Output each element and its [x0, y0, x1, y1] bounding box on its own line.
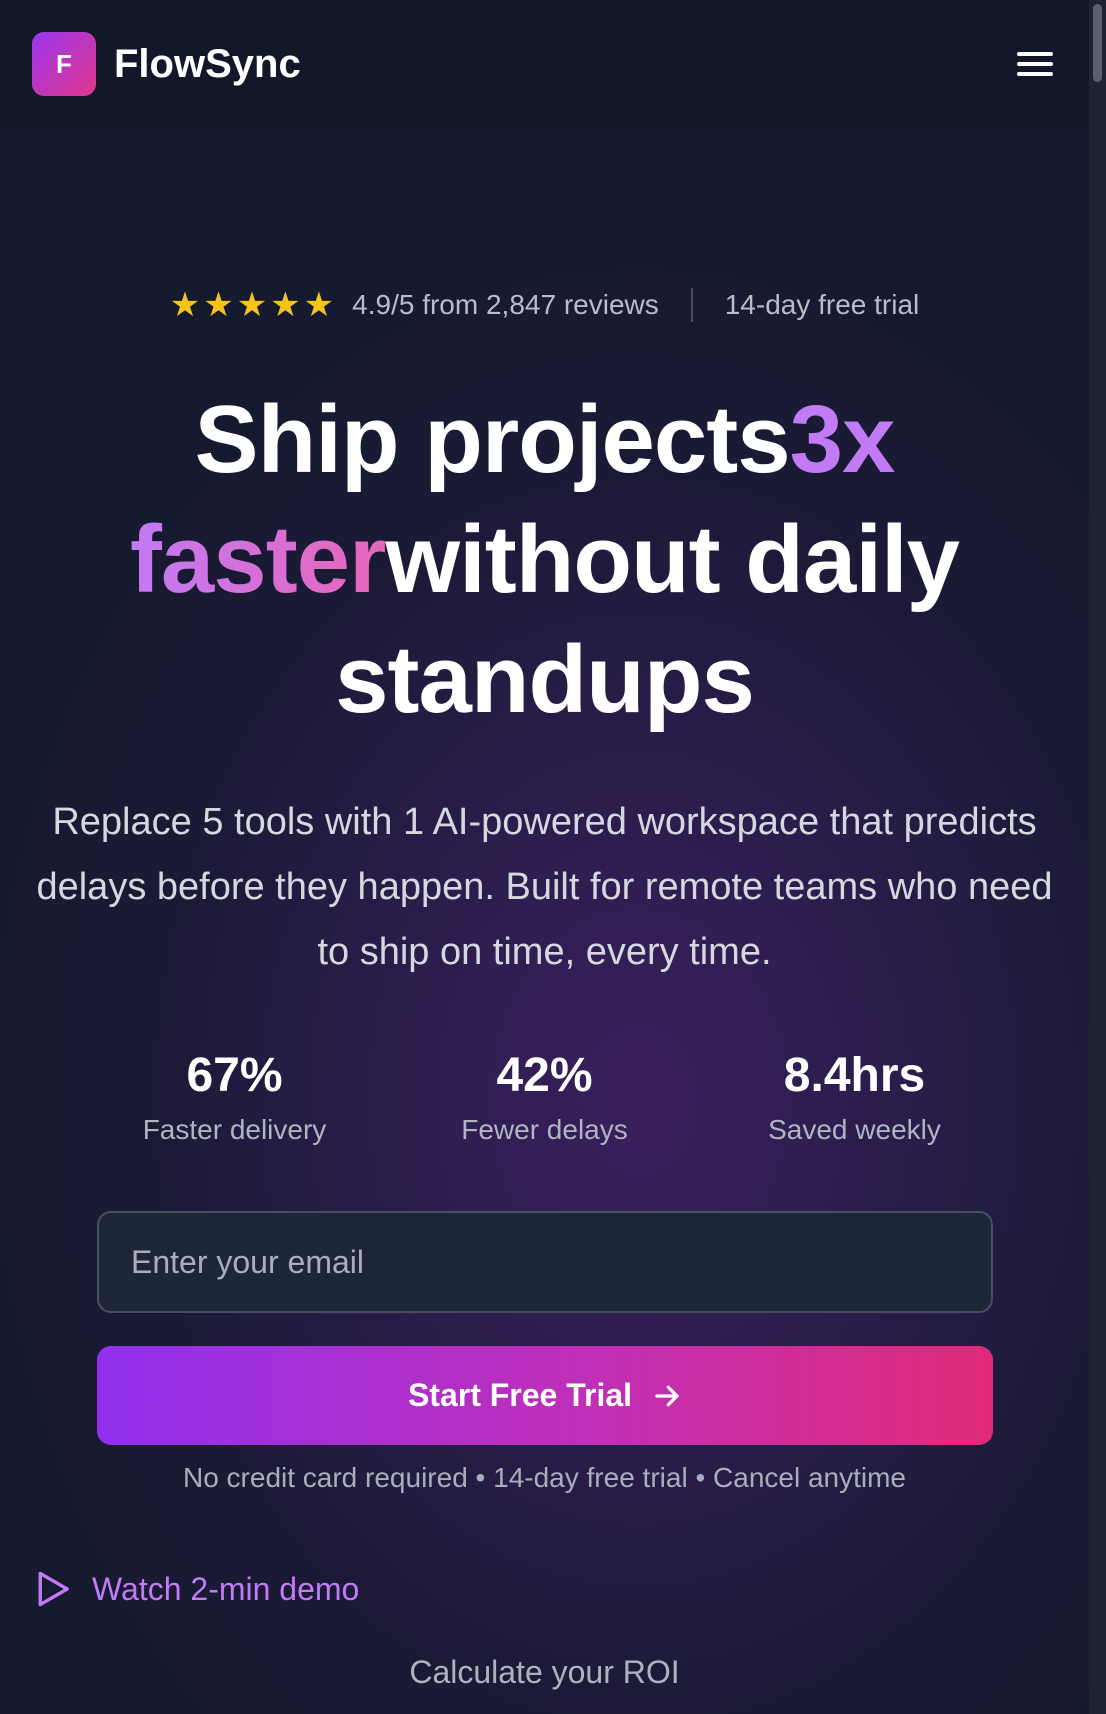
landing-page: F FlowSync ★ ★ ★ ★ ★ 4.9/5 from 2,847 re…	[0, 0, 1106, 1714]
star-icon: ★	[236, 286, 268, 324]
headline-line-3: standups	[0, 620, 1089, 740]
rating-text: 4.9/5 from 2,847 reviews	[352, 289, 659, 320]
menu-line	[1017, 52, 1053, 56]
stat-value: 67%	[186, 1049, 283, 1102]
calculate-roi-link[interactable]: Calculate your ROI	[0, 1654, 1089, 1691]
stat-label: Saved weekly	[768, 1114, 941, 1145]
rating-row: ★ ★ ★ ★ ★ 4.9/5 from 2,847 reviews 14-da…	[0, 288, 1089, 322]
stat-label: Faster delivery	[142, 1114, 327, 1145]
star-icon: ★	[203, 286, 234, 324]
stat-value: 42%	[496, 1049, 593, 1102]
trial-fineprint: No credit card required • 14-day free tr…	[182, 1462, 907, 1493]
email-input[interactable]	[97, 1211, 993, 1313]
brand-name[interactable]: FlowSync	[114, 42, 301, 87]
logo-mark[interactable]: F	[32, 32, 96, 96]
star-rating: ★ ★ ★ ★ ★	[170, 288, 334, 322]
trial-note: 14-day free trial	[724, 289, 920, 320]
stat-label: Fewer delays	[461, 1114, 628, 1145]
start-free-trial-button[interactable]: Start Free Trial	[97, 1346, 993, 1445]
headline-text: without daily	[385, 506, 960, 613]
stat-faster-delivery: 67% Faster delivery	[80, 1046, 390, 1150]
headline-text: Ship projects	[194, 386, 791, 493]
star-icon: ★	[270, 286, 301, 324]
scrollbar[interactable]	[1089, 0, 1106, 1714]
hero-headline: Ship projects3x fasterwithout daily stan…	[0, 380, 1089, 740]
stat-saved-weekly: 8.4hrs Saved weekly	[700, 1046, 1010, 1150]
hero-subtext: Replace 5 tools with 1 AI-powered worksp…	[36, 801, 1053, 973]
stat-value: 8.4hrs	[783, 1049, 926, 1102]
divider	[690, 288, 693, 322]
scrollbar-thumb[interactable]	[1093, 4, 1102, 82]
menu-line	[1017, 72, 1053, 76]
stats-row: 67% Faster delivery 42% Fewer delays 8.4…	[0, 1046, 1089, 1150]
star-icon: ★	[169, 286, 201, 324]
demo-label: Watch 2-min demo	[92, 1570, 360, 1607]
watch-demo-link[interactable]: Watch 2-min demo	[36, 1570, 359, 1608]
headline-line-2: fasterwithout daily	[0, 500, 1089, 620]
arrow-right-icon	[655, 1385, 679, 1406]
menu-line	[1017, 62, 1053, 66]
hamburger-menu-icon[interactable]	[1017, 48, 1057, 80]
stat-fewer-delays: 42% Fewer delays	[390, 1046, 700, 1150]
play-icon	[38, 1571, 69, 1607]
headline-text: standups	[335, 626, 755, 733]
cta-label: Start Free Trial	[407, 1377, 633, 1413]
headline-accent-3x: 3x	[789, 386, 896, 493]
headline-accent-faster: faster	[129, 506, 386, 613]
star-icon: ★	[303, 286, 335, 324]
headline-line-1: Ship projects3x	[0, 380, 1089, 500]
top-nav: F FlowSync	[0, 0, 1089, 128]
